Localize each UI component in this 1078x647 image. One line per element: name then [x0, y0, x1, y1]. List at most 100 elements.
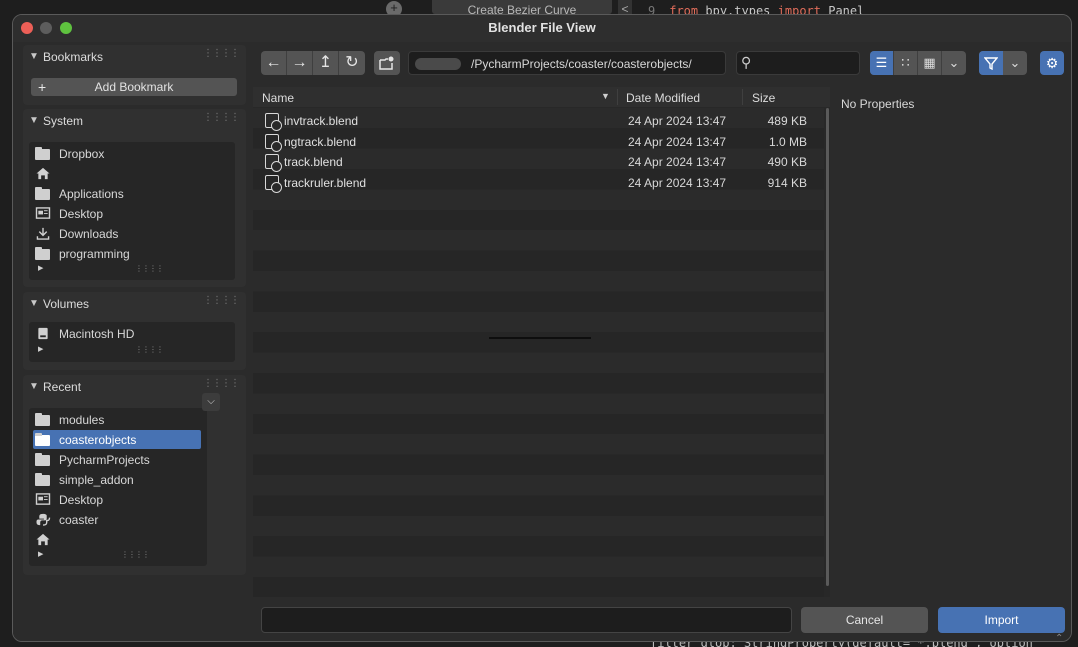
- grip-icon[interactable]: ⋮⋮⋮⋮: [203, 378, 240, 389]
- file-list-header: Name ▼ Date Modified Size: [253, 87, 830, 107]
- sidebar: ▼ Bookmarks ⋮⋮⋮⋮ + Add Bookmark ▼ System…: [23, 45, 246, 575]
- list-view-icon: ☰: [875, 55, 888, 70]
- system-item-desktop[interactable]: Desktop: [29, 204, 235, 223]
- recent-item-simple-addon[interactable]: simple_addon: [29, 470, 207, 489]
- volume-item-macintosh-hd[interactable]: Macintosh HD: [29, 324, 235, 343]
- expand-arrow-icon[interactable]: ▶: [38, 264, 43, 272]
- row-stripe: [253, 556, 824, 577]
- file-row[interactable]: track.blend 24 Apr 2024 13:47 490 KB: [253, 151, 824, 172]
- recent-item-desktop[interactable]: Desktop: [29, 490, 207, 509]
- file-row[interactable]: trackruler.blend 24 Apr 2024 13:47 914 K…: [253, 172, 824, 193]
- toolbar: ← → ↥ ↻ /PycharmProjects/coaster/coaster…: [261, 51, 1067, 77]
- home-icon: [36, 533, 50, 546]
- column-header-name[interactable]: Name: [262, 91, 294, 105]
- download-icon: [36, 227, 50, 240]
- gear-icon: ⚙: [1045, 55, 1059, 71]
- display-options-dropdown[interactable]: ⌄: [942, 51, 966, 75]
- volumes-title: Volumes: [43, 297, 90, 311]
- row-stripe: [253, 271, 824, 292]
- recent-dropdown-button[interactable]: ⌵: [202, 393, 220, 411]
- folder-icon: [35, 187, 50, 200]
- system-item-downloads[interactable]: Downloads: [29, 224, 235, 243]
- expand-arrow-icon[interactable]: ▶: [38, 550, 43, 558]
- horizontal-list-view-button[interactable]: ∷: [894, 51, 918, 75]
- resize-grip-icon[interactable]: ⋮⋮⋮⋮: [121, 550, 150, 559]
- new-folder-icon: [379, 56, 394, 70]
- parent-directory-button[interactable]: ↥: [313, 51, 339, 75]
- row-stripe: [253, 373, 824, 394]
- vertical-list-view-button[interactable]: ☰: [870, 51, 894, 75]
- volumes-list: Macintosh HD ▶ ⋮⋮⋮⋮: [29, 322, 235, 362]
- recent-item-modules[interactable]: modules: [29, 410, 207, 429]
- sort-descending-icon[interactable]: ▼: [601, 91, 610, 101]
- row-stripe: [253, 454, 824, 475]
- grip-icon[interactable]: ⋮⋮⋮⋮: [203, 295, 240, 306]
- file-list: Name ▼ Date Modified Size invtrack.blend…: [253, 87, 830, 598]
- properties-panel-empty: No Properties: [841, 97, 915, 111]
- file-row[interactable]: invtrack.blend 24 Apr 2024 13:47 489 KB: [253, 110, 824, 131]
- corner-caret-icon[interactable]: ⌃: [1055, 633, 1063, 641]
- system-item-applications[interactable]: Applications: [29, 184, 235, 203]
- column-header-size[interactable]: Size: [752, 91, 775, 105]
- file-size: 490 KB: [767, 155, 807, 169]
- navigation-buttons: ← → ↥ ↻: [261, 51, 365, 75]
- file-row[interactable]: ngtrack.blend 24 Apr 2024 13:47 1.0 MB: [253, 131, 824, 152]
- refresh-button[interactable]: ↻: [339, 51, 365, 75]
- search-input[interactable]: [759, 55, 855, 71]
- volumes-header[interactable]: ▼ Volumes ⋮⋮⋮⋮: [23, 292, 246, 316]
- compact-list-icon: ∷: [901, 55, 910, 70]
- arrow-left-icon: ←: [265, 54, 282, 71]
- system-item-dropbox[interactable]: Dropbox: [29, 144, 235, 163]
- system-item-programming[interactable]: programming: [29, 244, 235, 263]
- bookmarks-title: Bookmarks: [43, 50, 104, 64]
- arrow-up-icon: ↥: [318, 54, 333, 71]
- filter-options-dropdown[interactable]: ⌄: [1003, 51, 1027, 75]
- recent-item-pycharmprojects[interactable]: PycharmProjects: [29, 450, 207, 469]
- forward-button[interactable]: →: [287, 51, 313, 75]
- settings-button[interactable]: ⚙: [1040, 51, 1064, 75]
- redacted-path-segment: [415, 58, 461, 70]
- column-header-date[interactable]: Date Modified: [626, 91, 700, 105]
- folder-icon: [35, 453, 50, 466]
- file-date: 24 Apr 2024 13:47: [628, 135, 727, 149]
- column-divider[interactable]: [742, 89, 743, 105]
- search-field[interactable]: ⚲: [736, 51, 860, 75]
- row-stripe: [253, 495, 824, 516]
- resize-grip-icon[interactable]: ⋮⋮⋮⋮: [135, 345, 164, 354]
- add-bookmark-button[interactable]: + Add Bookmark: [31, 78, 237, 96]
- chevron-down-icon: ⌄: [1009, 55, 1021, 70]
- resize-grip-icon[interactable]: ⋮⋮⋮⋮: [135, 264, 164, 273]
- system-item-home[interactable]: [29, 164, 235, 183]
- back-button[interactable]: ←: [261, 51, 287, 75]
- recent-item-label: modules: [59, 413, 105, 427]
- expand-arrow-icon[interactable]: ▶: [38, 345, 43, 353]
- file-view-window: Blender File View ▼ Bookmarks ⋮⋮⋮⋮ + Add…: [12, 14, 1072, 642]
- grip-icon[interactable]: ⋮⋮⋮⋮: [203, 48, 240, 59]
- bookmarks-header[interactable]: ▼ Bookmarks ⋮⋮⋮⋮: [23, 45, 246, 69]
- directory-path-field[interactable]: /PycharmProjects/coaster/coasterobjects/: [408, 51, 726, 75]
- row-stripe: [253, 250, 824, 271]
- file-name: ngtrack.blend: [284, 135, 357, 149]
- grip-icon[interactable]: ⋮⋮⋮⋮: [203, 112, 240, 123]
- recent-list: modules coasterobjects PycharmProjects s…: [29, 408, 207, 566]
- row-stripe: [253, 312, 824, 332]
- column-divider[interactable]: [617, 89, 618, 105]
- thumbnail-view-button[interactable]: ▦: [918, 51, 942, 75]
- import-button[interactable]: Import: [938, 607, 1065, 633]
- file-list-scrollbar[interactable]: [826, 108, 829, 586]
- filter-toggle-button[interactable]: [979, 51, 1003, 75]
- disk-icon: [38, 327, 48, 340]
- row-stripe: [253, 291, 824, 312]
- filename-input[interactable]: [261, 607, 792, 633]
- system-item-label: Dropbox: [59, 147, 105, 161]
- recent-item-coaster[interactable]: coaster: [29, 510, 207, 529]
- cancel-button[interactable]: Cancel: [801, 607, 928, 633]
- recent-item-label: Desktop: [59, 493, 104, 507]
- file-name: invtrack.blend: [284, 114, 359, 128]
- create-bezier-curve-button[interactable]: Create Bezier Curve: [432, 0, 612, 14]
- recent-item-home[interactable]: [29, 530, 207, 549]
- recent-item-coasterobjects[interactable]: coasterobjects: [33, 430, 201, 449]
- system-item-label: Desktop: [59, 207, 104, 221]
- new-folder-button[interactable]: [374, 51, 400, 75]
- system-header[interactable]: ▼ System ⋮⋮⋮⋮: [23, 109, 246, 133]
